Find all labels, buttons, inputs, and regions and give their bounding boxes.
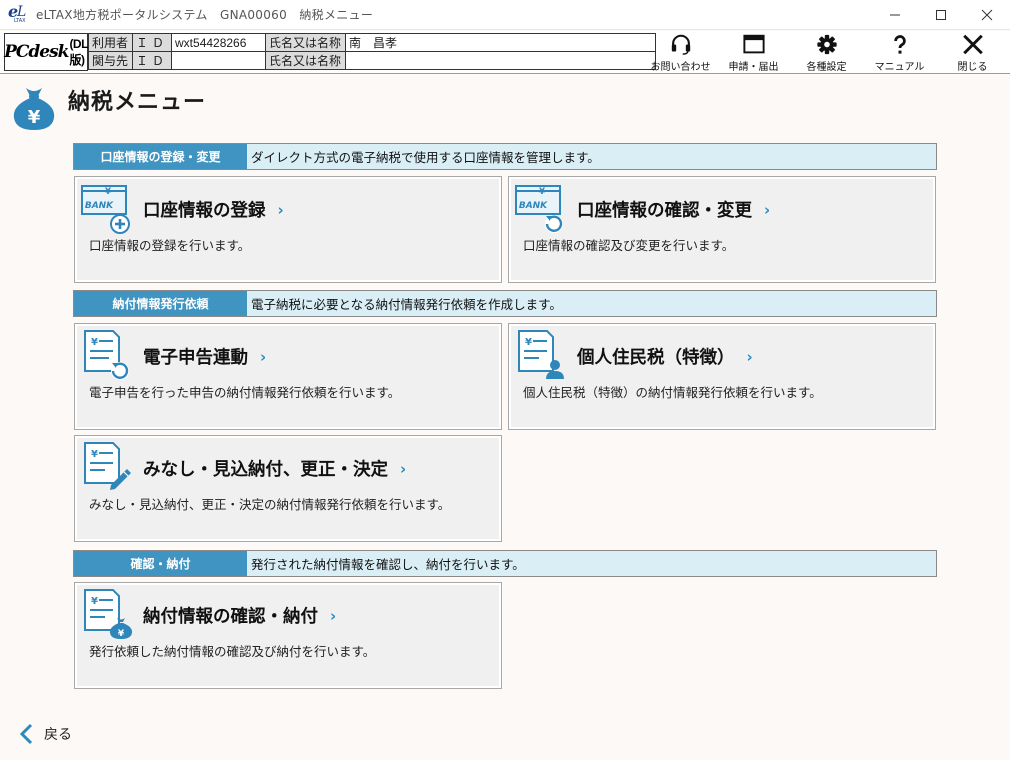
svg-text:BANK: BANK: [519, 201, 548, 211]
brand-name: PCdesk: [4, 42, 69, 62]
close-icon: [962, 34, 983, 55]
brand-edition: (DL版): [69, 36, 88, 67]
minimize-button[interactable]: [872, 0, 918, 30]
card-e-filing-link[interactable]: ¥ 電子申告連動 › 電子申告を行った申告の納付情報発行依頼を行います。: [74, 323, 502, 430]
svg-text:¥: ¥: [28, 107, 41, 128]
apply-button[interactable]: 申請・届出: [717, 31, 790, 73]
svg-text:¥: ¥: [91, 596, 98, 607]
client-name-value: [345, 51, 657, 70]
section-confirm-pay-label: 確認・納付: [74, 551, 247, 576]
card-account-register-title: 口座情報の登録 ›: [143, 201, 284, 221]
card-resident-tax-special-title: 個人住民税（特徴） ›: [577, 348, 753, 368]
svg-text:BANK: BANK: [85, 201, 114, 211]
section-account-desc: ダイレクト方式の電子納税で使用する口座情報を管理します。: [251, 150, 600, 165]
card-confirm-payment-title: 納付情報の確認・納付 ›: [143, 607, 337, 627]
close-button[interactable]: 閉じる: [936, 31, 1009, 73]
client-id-label: ＩＤ: [131, 51, 173, 70]
section-account: 口座情報の登録・変更 ダイレクト方式の電子納税で使用する口座情報を管理します。: [73, 143, 937, 170]
card-e-filing-link-title: 電子申告連動 ›: [143, 348, 267, 368]
svg-text:¥: ¥: [105, 187, 112, 197]
user-name-value: 南 昌孝: [345, 33, 657, 52]
page-heading: ¥ 納税メニュー: [10, 82, 206, 132]
section-payment-request-label: 納付情報発行依頼: [74, 291, 247, 316]
svg-text:¥: ¥: [91, 449, 98, 460]
apply-label: 申請・届出: [728, 62, 779, 73]
card-account-register-desc: 口座情報の登録を行います。: [89, 238, 251, 253]
maximize-button[interactable]: [918, 0, 964, 30]
card-confirm-payment[interactable]: ¥ ¥ 納付情報の確認・納付 › 発行依頼した納付情報の確認及び納付を行います。: [74, 582, 502, 689]
contact-button[interactable]: お問い合わせ: [644, 31, 717, 73]
doc-sync-icon: ¥: [84, 330, 129, 380]
window-controls: [872, 0, 1010, 30]
gear-icon: [816, 34, 837, 55]
section-payment-request: 納付情報発行依頼 電子納税に必要となる納付情報発行依頼を作成します。: [73, 290, 937, 317]
minimize-icon: [890, 14, 900, 16]
chevron-right-icon: ›: [330, 607, 337, 625]
svg-text:¥: ¥: [525, 337, 532, 348]
title-bar: e L LTAX eLTAX地方税ポータルシステム GNA00060 納税メニュー: [0, 0, 1010, 30]
window-form-icon: [742, 34, 765, 54]
doc-person-icon: ¥: [518, 330, 564, 379]
client-role-label: 関与先: [88, 51, 133, 70]
card-deemed-correction-title: みなし・見込納付、更正・決定 ›: [143, 460, 407, 480]
page-title: 納税メニュー: [68, 90, 207, 115]
section-payment-request-desc: 電子納税に必要となる納付情報発行依頼を作成します。: [251, 297, 562, 312]
back-label: 戻る: [44, 727, 72, 743]
pcdesk-logo: PCdesk (DL版): [4, 33, 88, 71]
user-id-value: wxt54428266: [171, 33, 267, 52]
client-id-value: [171, 51, 267, 70]
chevron-right-icon: ›: [746, 348, 753, 366]
card-e-filing-link-desc: 電子申告を行った申告の納付情報発行依頼を行います。: [89, 385, 401, 400]
svg-text:¥: ¥: [91, 337, 98, 348]
card-confirm-payment-desc: 発行依頼した納付情報の確認及び納付を行います。: [89, 644, 376, 659]
header-toolbar: PCdesk (DL版) 利用者 ＩＤ wxt54428266 氏名又は名称 南 …: [0, 31, 1010, 74]
chevron-right-icon: ›: [277, 201, 284, 219]
headset-icon: [671, 34, 690, 55]
doc-pen-icon: ¥: [84, 442, 131, 490]
chevron-right-icon: ›: [260, 348, 267, 366]
toolbar-buttons: お問い合わせ 申請・届出 各種設定 マニュアル 閉じる: [644, 31, 1009, 73]
card-account-change-title: 口座情報の確認・変更 ›: [577, 201, 771, 221]
section-confirm-pay-desc: 発行された納付情報を確認し、納付を行います。: [251, 557, 525, 572]
contact-label: お問い合わせ: [650, 62, 711, 73]
svg-text:¥: ¥: [539, 187, 546, 197]
card-account-change-desc: 口座情報の確認及び変更を行います。: [523, 238, 735, 253]
chevron-right-icon: ›: [400, 460, 407, 478]
card-deemed-correction[interactable]: ¥ みなし・見込納付、更正・決定 › みなし・見込納付、更正・決定の納付情報発行依…: [74, 435, 502, 542]
svg-text:¥: ¥: [118, 629, 125, 639]
settings-label: 各種設定: [806, 62, 847, 73]
user-name-label: 氏名又は名称: [265, 33, 347, 52]
settings-button[interactable]: 各種設定: [790, 31, 863, 73]
card-resident-tax-special[interactable]: ¥ 個人住民税（特徴） › 個人住民税（特徴）の納付情報発行依頼を行います。: [508, 323, 936, 430]
card-resident-tax-special-desc: 個人住民税（特徴）の納付情報発行依頼を行います。: [523, 385, 822, 400]
manual-label: マニュアル: [874, 62, 925, 73]
window-close-icon: [981, 9, 993, 21]
user-info-table: 利用者 ＩＤ wxt54428266 氏名又は名称 南 昌孝 関与先 ＩＤ 氏名…: [88, 33, 657, 70]
chevron-right-icon: ›: [764, 201, 771, 219]
user-role-label: 利用者: [88, 33, 133, 52]
money-bag-icon: ¥: [13, 88, 55, 130]
section-confirm-pay: 確認・納付 発行された納付情報を確認し、納付を行います。: [73, 550, 937, 577]
maximize-icon: [936, 10, 946, 20]
card-deemed-correction-desc: みなし・見込納付、更正・決定の納付情報発行依頼を行います。: [89, 497, 451, 512]
card-account-change[interactable]: ¥ BANK 口座情報の確認・変更 › 口座情報の確認及び変更を行います。: [508, 176, 936, 283]
bank-refresh-icon: ¥ BANK: [515, 185, 563, 233]
eltax-logo-icon: e L LTAX: [8, 1, 27, 24]
doc-moneybag-icon: ¥ ¥: [84, 589, 133, 639]
close-label: 閉じる: [957, 62, 988, 73]
user-id-label: ＩＤ: [131, 33, 173, 52]
client-name-label: 氏名又は名称: [265, 51, 347, 70]
window-title: eLTAX地方税ポータルシステム GNA00060 納税メニュー: [36, 8, 374, 22]
back-link[interactable]: 戻る: [18, 722, 72, 746]
section-account-label: 口座情報の登録・変更: [74, 144, 247, 169]
manual-button[interactable]: マニュアル: [863, 31, 936, 73]
chevron-left-icon: [19, 723, 33, 745]
window-close-button[interactable]: [964, 0, 1010, 30]
question-icon: [893, 35, 906, 54]
card-account-register[interactable]: ¥ BANK 口座情報の登録 › 口座情報の登録を行います。: [74, 176, 502, 283]
bank-add-icon: ¥ BANK: [81, 185, 130, 234]
